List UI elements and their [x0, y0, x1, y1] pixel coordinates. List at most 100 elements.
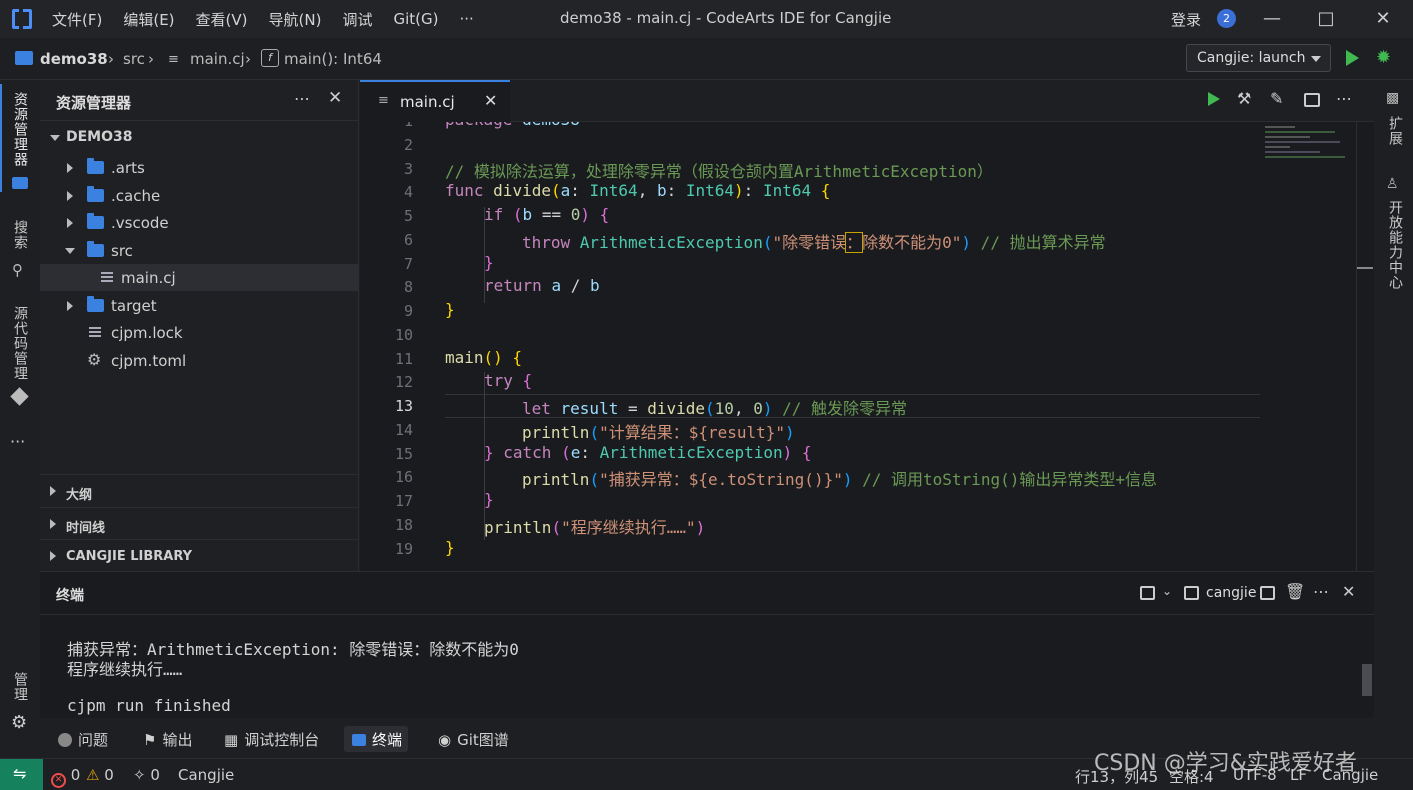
breadcrumb-file[interactable]: main.cj — [190, 50, 245, 68]
activity-scm[interactable]: 源代码管理 — [10, 306, 30, 381]
menu-view[interactable]: 查看(V) — [196, 9, 248, 30]
warnings-indicator[interactable]: ⚠ 0 — [86, 766, 114, 784]
remote-icon: ⇋ — [13, 764, 27, 783]
code-line-1: package demo38 — [445, 122, 580, 129]
tree-root[interactable]: DEMO38 — [40, 124, 358, 151]
close-panel-icon[interactable]: ✕ — [1342, 582, 1355, 601]
tree-item-src[interactable]: src — [40, 237, 358, 264]
section-timeline[interactable]: 时间线 — [40, 507, 358, 539]
errors-indicator[interactable]: ✕ 0 — [51, 766, 80, 788]
line-number: 2 — [403, 136, 413, 154]
code-line-16: println("捕获异常：${e.toString()}") // 调用toS… — [522, 470, 1157, 489]
warning-icon: ⚠ — [86, 766, 100, 784]
code-line-11: main() { — [445, 348, 523, 367]
edit-pencil-icon[interactable]: ✎ — [1270, 89, 1283, 108]
line-number: 14 — [394, 421, 413, 439]
remote-button[interactable]: ⇋ — [0, 759, 43, 790]
chevron-down-icon[interactable]: ⌄ — [1162, 584, 1172, 598]
trash-icon[interactable]: 🗑 — [1285, 582, 1305, 601]
tab-main-cj[interactable]: ≡ main.cj ✕ — [360, 80, 510, 122]
gear-icon[interactable]: ⚙ — [11, 712, 27, 733]
rightbar-devcenter[interactable]: 开放能力中心 — [1385, 200, 1405, 290]
menu-navigate[interactable]: 导航(N) — [269, 9, 322, 30]
menu-more[interactable]: ··· — [459, 10, 473, 28]
scrollbar-track — [1356, 122, 1357, 571]
line-number: 18 — [394, 516, 413, 534]
build-hammer-icon[interactable]: ⚒ — [1237, 89, 1251, 108]
section-cangjie-library[interactable]: CANGJIE LIBRARY — [40, 539, 358, 571]
maximize-icon[interactable]: □ — [1313, 6, 1339, 32]
login-button[interactable]: 登录 — [1171, 9, 1201, 30]
more-actions-icon[interactable]: ⋯ — [294, 89, 310, 108]
tab-git-graph[interactable]: ◉ Git图谱 — [430, 726, 515, 752]
tree-item-target[interactable]: target — [40, 292, 358, 319]
rightbar-extensions[interactable]: 扩展 — [1385, 116, 1405, 146]
tab-debug-console[interactable]: ▦ 调试控制台 — [216, 726, 325, 752]
line-number: 8 — [403, 278, 413, 296]
warning-count: 0 — [104, 766, 114, 784]
tree-item-main-cj[interactable]: main.cj — [40, 264, 358, 291]
activity-manage[interactable]: 管理 — [10, 672, 30, 702]
tab-label: 调试控制台 — [244, 731, 320, 749]
chevron-right-icon — [67, 163, 73, 173]
menu-git[interactable]: Git(G) — [393, 10, 438, 28]
section-label: 大纲 — [66, 488, 93, 503]
tab-terminal[interactable]: 终端 — [344, 726, 409, 752]
line-number: 5 — [403, 207, 413, 225]
code-editor[interactable]: 1 2 3 4 5 6 7 8 10 9 11 12 13 14 15 16 1… — [360, 122, 1374, 571]
terminal-scrollbar[interactable] — [1362, 664, 1372, 696]
split-pane-icon[interactable] — [1260, 586, 1275, 600]
breadcrumb-symbol[interactable]: main(): Int64 — [284, 50, 382, 68]
line-number: 6 — [403, 231, 413, 249]
debug-bug-icon[interactable]: ✹ — [1376, 47, 1391, 68]
activity-explorer[interactable]: 资源管理器 — [10, 92, 30, 167]
explorer-panel: 资源管理器 ⋯ ✕ DEMO38 .arts .cache .vscode sr… — [40, 80, 359, 571]
minimize-icon[interactable]: — — [1259, 6, 1285, 32]
split-editor-icon[interactable] — [1304, 93, 1320, 107]
activity-search[interactable]: 搜索 — [10, 220, 30, 250]
chevron-right-icon — [50, 551, 56, 561]
menu-edit[interactable]: 编辑(E) — [123, 9, 174, 30]
tab-problems[interactable]: 问题 — [50, 726, 114, 752]
folder-icon — [15, 51, 33, 65]
run-file-icon[interactable] — [1208, 92, 1220, 106]
chevron-right-icon: › — [108, 50, 114, 68]
tree-item-vscode[interactable]: .vscode — [40, 209, 358, 236]
more-actions-icon[interactable]: ⋯ — [1336, 89, 1352, 108]
file-lines-icon — [89, 325, 101, 339]
ports-indicator[interactable]: ✧ 0 — [133, 766, 160, 784]
more-icon[interactable]: ··· — [10, 432, 25, 451]
line-number: 3 — [403, 160, 413, 178]
section-outline[interactable]: 大纲 — [40, 474, 358, 506]
tree-item-cache[interactable]: .cache — [40, 182, 358, 209]
close-tab-icon[interactable]: ✕ — [484, 91, 497, 110]
chevron-down-icon — [50, 135, 60, 141]
tree-item-cjpm-toml[interactable]: ⚙ cjpm.toml — [40, 347, 358, 374]
section-label: CANGJIE LIBRARY — [66, 549, 193, 564]
close-panel-icon[interactable]: ✕ — [328, 88, 342, 108]
explorer-title: 资源管理器 — [56, 94, 132, 112]
split-terminal-icon[interactable] — [1140, 586, 1155, 600]
tab-label: 终端 — [372, 731, 403, 749]
tree-item-cjpm-lock[interactable]: cjpm.lock — [40, 319, 358, 346]
tree-item-arts[interactable]: .arts — [40, 154, 358, 181]
breadcrumb-folder[interactable]: src — [123, 50, 145, 68]
code-line-17: } — [484, 490, 494, 509]
launch-config-select[interactable]: Cangjie: launch — [1186, 44, 1331, 72]
breadcrumb-project[interactable]: demo38 — [40, 50, 108, 68]
tree-item-label: .vscode — [111, 214, 169, 232]
line-number: 11 — [394, 350, 413, 368]
language-server-status[interactable]: Cangjie — [178, 766, 234, 784]
tab-output[interactable]: ⚑ 输出 — [135, 726, 198, 752]
chevron-right-icon — [67, 301, 73, 311]
line-number-current: 13 — [394, 397, 413, 415]
minimap[interactable] — [1265, 122, 1355, 162]
menu-file[interactable]: 文件(F) — [52, 9, 102, 30]
terminal-shell-name[interactable]: cangjie — [1206, 585, 1256, 601]
line-number: 1 — [360, 122, 413, 130]
more-actions-icon[interactable]: ⋯ — [1313, 582, 1329, 601]
menu-debug[interactable]: 调试 — [342, 9, 372, 30]
close-window-icon[interactable]: ✕ — [1370, 6, 1396, 32]
line-number: 7 — [403, 255, 413, 273]
run-icon[interactable] — [1346, 50, 1359, 66]
